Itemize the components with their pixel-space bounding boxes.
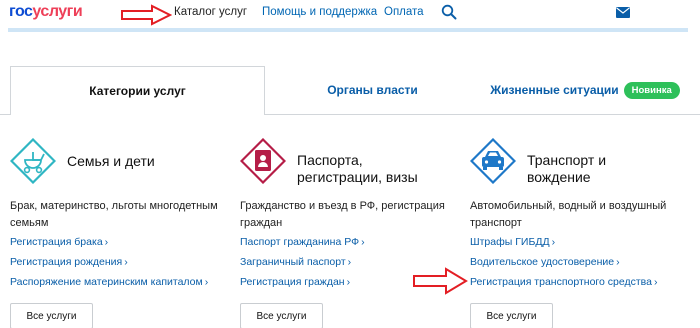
- link-traffic-fines[interactable]: Штрафы ГИБДД ›: [470, 236, 555, 248]
- tab-categories[interactable]: Категории услуг: [10, 66, 265, 115]
- car-icon[interactable]: [470, 138, 516, 184]
- tab-life-situations-label: Жизненные ситуации: [490, 83, 619, 97]
- stroller-icon[interactable]: [10, 138, 56, 184]
- nav-help[interactable]: Помощь и поддержка: [262, 6, 377, 18]
- link-label: Регистрация транспортного средства: [470, 276, 652, 288]
- all-services-button[interactable]: Все услуги: [10, 303, 93, 328]
- chevron-right-icon: ›: [361, 236, 365, 248]
- top-header: госуслуги Каталог услуг Помощь и поддерж…: [0, 0, 700, 28]
- link-label: Регистрация брака: [10, 236, 103, 248]
- chevron-right-icon: ›: [346, 276, 351, 288]
- new-badge: Новинка: [623, 81, 680, 99]
- link-foreign-passport[interactable]: Заграничный паспорт ›: [240, 256, 351, 268]
- link-label: Регистрация граждан: [240, 276, 345, 288]
- category-title-line2: регистрации, визы: [297, 169, 418, 185]
- category-title-line2: вождение: [527, 169, 591, 185]
- nav-payment[interactable]: Оплата: [384, 6, 424, 18]
- category-title-line1: Транспорт и: [527, 152, 607, 168]
- search-icon[interactable]: [441, 4, 457, 20]
- link-driver-license[interactable]: Водительское удостоверение ›: [470, 256, 620, 268]
- tab-categories-label: Категории услуг: [89, 84, 186, 98]
- nav-catalog[interactable]: Каталог услуг: [174, 6, 247, 18]
- link-label: Штрафы ГИБДД: [470, 236, 550, 248]
- link-birth-registration[interactable]: Регистрация рождения ›: [10, 256, 128, 268]
- tab-authorities-label: Органы власти: [327, 83, 418, 97]
- category-description: Гражданство и въезд в РФ, регистрация гр…: [240, 200, 445, 229]
- chevron-right-icon: ›: [616, 256, 620, 268]
- passport-icon[interactable]: [240, 138, 286, 184]
- tab-authorities[interactable]: Органы власти: [265, 66, 480, 114]
- category-title[interactable]: Транспорт и вождение: [527, 152, 606, 186]
- chevron-right-icon: ›: [124, 256, 128, 268]
- link-marriage-registration[interactable]: Регистрация брака ›: [10, 236, 108, 248]
- header-divider: [8, 28, 688, 32]
- tabs-bottom-border-left: [0, 114, 10, 115]
- link-vehicle-registration[interactable]: Регистрация транспортного средства ›: [470, 276, 657, 288]
- category-description: Брак, материнство, льготы многодетным се…: [10, 200, 218, 229]
- link-label: Паспорт гражданина РФ: [240, 236, 360, 248]
- gosuslugi-logo[interactable]: госуслуги: [9, 3, 83, 21]
- link-label: Распоряжение материнским капиталом: [10, 276, 203, 288]
- chevron-right-icon: ›: [347, 256, 352, 268]
- chevron-right-icon: ›: [653, 276, 658, 288]
- annotation-arrow-vehicle-registration: [413, 267, 468, 295]
- link-label: Регистрация рождения: [10, 256, 123, 268]
- logo-part1: гос: [9, 3, 33, 20]
- link-label: Заграничный паспорт: [240, 256, 346, 268]
- category-title[interactable]: Паспорта, регистрации, визы: [297, 152, 418, 186]
- link-maternity-capital[interactable]: Распоряжение материнским капиталом ›: [10, 276, 208, 288]
- logo-part2: услуги: [32, 3, 83, 20]
- category-tabs: Категории услуг Органы власти Жизненные …: [10, 66, 690, 115]
- category-title-line1: Семья и дети: [67, 153, 155, 169]
- annotation-arrow-catalog: [121, 4, 172, 26]
- tab-life-situations[interactable]: Жизненные ситуации Новинка: [480, 66, 690, 114]
- link-citizen-registration[interactable]: Регистрация граждан ›: [240, 276, 350, 288]
- chevron-right-icon: ›: [204, 276, 209, 288]
- tabs-bottom-border-right: [265, 114, 700, 115]
- all-services-button[interactable]: Все услуги: [240, 303, 323, 328]
- chevron-right-icon: ›: [551, 236, 556, 248]
- category-title-line1: Паспорта,: [297, 152, 363, 168]
- link-russian-passport[interactable]: Паспорт гражданина РФ ›: [240, 236, 365, 248]
- link-label: Водительское удостоверение: [470, 256, 615, 268]
- all-services-button[interactable]: Все услуги: [470, 303, 553, 328]
- mail-icon[interactable]: [616, 7, 630, 18]
- category-description: Автомобильный, водный и воздушный трансп…: [470, 200, 667, 229]
- category-title[interactable]: Семья и дети: [67, 153, 155, 170]
- chevron-right-icon: ›: [104, 236, 109, 248]
